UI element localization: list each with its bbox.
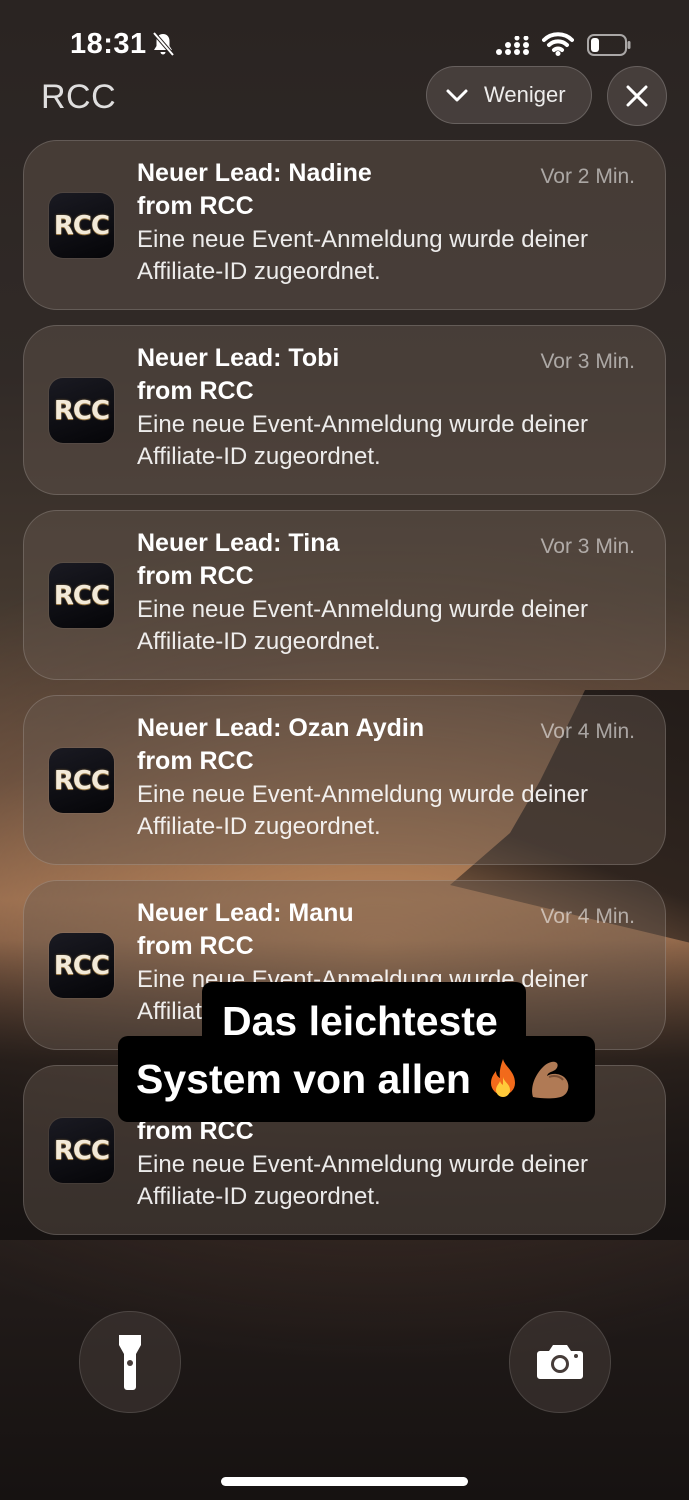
notification-time: Vor 4 Min. <box>540 905 635 928</box>
show-less-button[interactable]: Weniger <box>426 66 592 124</box>
notification-time: Vor 3 Min. <box>540 535 635 558</box>
notification-title: Neuer Lead: Tina <box>137 529 340 557</box>
flashlight-button[interactable] <box>79 1311 181 1413</box>
flexed-biceps-icon <box>532 1061 569 1099</box>
status-bar: 18:31 <box>0 28 689 64</box>
notification-body: Eine neue Event-Anmeldung wurde deiner A… <box>137 596 588 655</box>
rcc-app-icon: RCC <box>49 748 114 813</box>
notification-title: Neuer Lead: Nadine <box>137 159 372 187</box>
camera-icon <box>537 1345 583 1379</box>
chevron-down-icon <box>446 89 468 102</box>
fire-icon <box>490 1059 515 1097</box>
wifi-icon <box>542 32 574 56</box>
notification-sender: from RCC <box>137 562 254 590</box>
battery-icon <box>587 34 631 56</box>
notification-sender: from RCC <box>137 377 254 405</box>
notification-time: Vor 3 Min. <box>540 350 635 373</box>
caption-line-2: System von allen <box>118 1036 595 1122</box>
home-indicator[interactable] <box>221 1477 468 1486</box>
close-icon <box>626 85 648 107</box>
close-group-button[interactable] <box>607 66 667 126</box>
notification-body: Eine neue Event-Anmeldung wurde deiner A… <box>137 781 588 840</box>
notification-card[interactable]: RCC Neuer Lead: Ozan Aydin from RCC Vor … <box>23 695 666 865</box>
notification-body: Eine neue Event-Anmeldung wurde deiner A… <box>137 411 588 470</box>
status-time: 18:31 <box>70 28 147 60</box>
notification-group-title: RCC <box>41 78 117 116</box>
notification-card[interactable]: RCC Neuer Lead: Tobi from RCC Vor 3 Min.… <box>23 325 666 495</box>
caption-emojis <box>483 1057 573 1101</box>
notification-time: Vor 4 Min. <box>540 720 635 743</box>
rcc-app-icon: RCC <box>49 378 114 443</box>
notification-title: Neuer Lead: Manu <box>137 899 354 927</box>
notification-title: Neuer Lead: Tobi <box>137 344 340 372</box>
notification-card[interactable]: RCC Neuer Lead: Nadine from RCC Vor 2 Mi… <box>23 140 666 310</box>
camera-button[interactable] <box>509 1311 611 1413</box>
caption-line-2-text: System von allen <box>136 1056 471 1102</box>
notification-body: Eine neue Event-Anmeldung wurde deiner A… <box>137 226 588 285</box>
rcc-app-icon: RCC <box>49 1118 114 1183</box>
rcc-app-icon: RCC <box>49 933 114 998</box>
cellular-icon <box>496 36 529 55</box>
notification-sender: from RCC <box>137 747 254 775</box>
bell-slash-icon <box>152 31 175 57</box>
show-less-label: Weniger <box>484 82 566 107</box>
notification-sender: from RCC <box>137 192 254 220</box>
rcc-app-icon: RCC <box>49 563 114 628</box>
notification-sender: from RCC <box>137 932 254 960</box>
flashlight-icon <box>119 1335 141 1390</box>
notification-card[interactable]: RCC Neuer Lead: Tina from RCC Vor 3 Min.… <box>23 510 666 680</box>
rcc-app-icon: RCC <box>49 193 114 258</box>
notification-body: Eine neue Event-Anmeldung wurde deiner A… <box>137 1151 588 1210</box>
notification-time: Vor 2 Min. <box>540 165 635 188</box>
notification-title: Neuer Lead: Ozan Aydin <box>137 714 425 742</box>
